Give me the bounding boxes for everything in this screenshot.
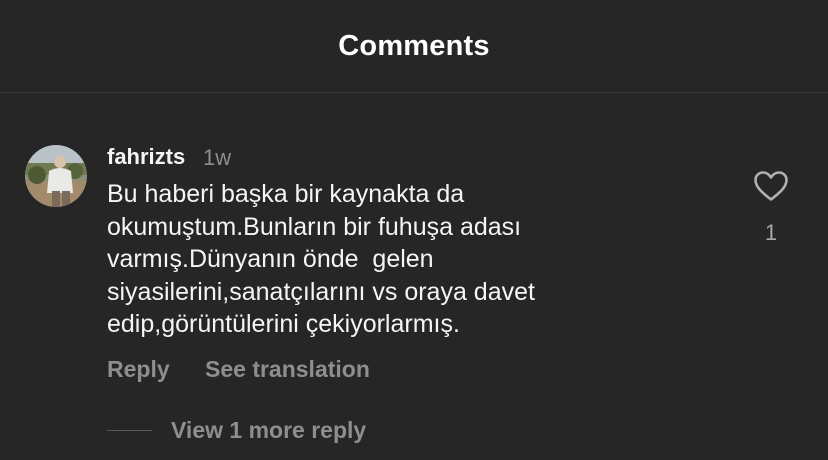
heart-outline-icon[interactable] [753,170,789,202]
page-title: Comments [338,30,490,62]
comment-text-line: edip,görüntülerini çekiyorlarmış. [107,310,460,338]
replies-divider [107,430,152,431]
reply-button[interactable]: Reply [107,356,170,383]
comment-text-line: siyasilerini,sanatçılarını vs oraya dave… [107,277,535,306]
comment-text-line: varmış.Dünyanın önde gelen [107,245,434,273]
avatar[interactable] [25,145,87,207]
like-count: 1 [764,220,778,245]
comment-timestamp: 1w [203,145,232,170]
see-translation-button[interactable]: See translation [205,356,370,383]
avatar-photo-icon [25,145,87,207]
comment-text: Bu haberi başka bir kaynakta da okumuştu… [107,178,667,341]
comments-header: Comments [0,0,828,93]
comment-text-line: okumuştum.Bunların bir fuhuşa adası [107,212,522,241]
comment-text-line: Bu haberi başka bir kaynakta da [107,180,465,208]
comment-username[interactable]: fahrizts [107,144,185,170]
view-more-replies-button[interactable]: View 1 more reply [171,417,366,444]
